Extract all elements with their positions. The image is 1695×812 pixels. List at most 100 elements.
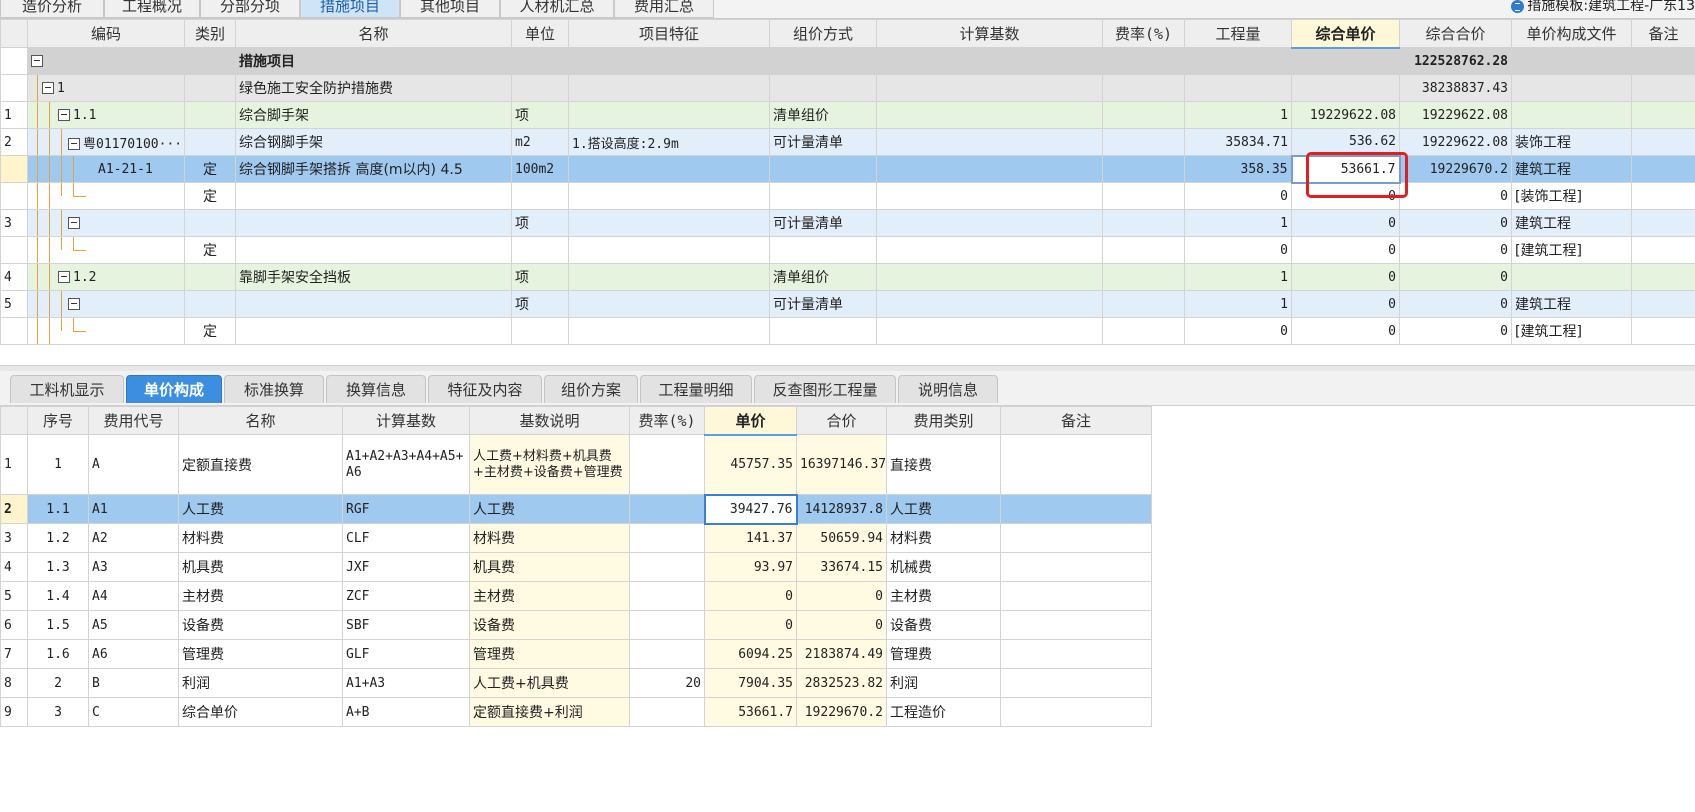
table-row[interactable]: 7 1.6 A6 管理费 GLF 管理费 6094.25 2183874.49 …: [0, 639, 1152, 669]
col-header-code[interactable]: 编码: [27, 19, 185, 48]
cell-base-desc[interactable]: 人工费: [469, 494, 630, 524]
cell-rate[interactable]: [1102, 209, 1185, 237]
cell-name[interactable]: 利润: [178, 668, 343, 698]
cell-fee-category[interactable]: 工程造价: [886, 697, 1001, 727]
cell-base[interactable]: [876, 128, 1103, 156]
cell-price-file[interactable]: [装饰工程]: [1511, 182, 1632, 210]
tab-labor-material-display[interactable]: 工料机显示: [10, 375, 124, 403]
cell-name[interactable]: [235, 290, 512, 318]
cell-fee-code[interactable]: B: [88, 668, 179, 698]
cell-base-desc[interactable]: 定额直接费+利润: [469, 697, 630, 727]
cell-feature[interactable]: [568, 209, 770, 237]
cell-unit-price[interactable]: 141.37: [704, 523, 797, 553]
cell-qty[interactable]: 1: [1184, 290, 1292, 318]
cell-unit[interactable]: [511, 182, 569, 210]
cell-note[interactable]: [1000, 434, 1152, 495]
cell-price-file[interactable]: 建筑工程: [1511, 209, 1632, 237]
col-header-qty[interactable]: 工程量: [1184, 19, 1292, 48]
col-header-feature[interactable]: 项目特征: [568, 19, 770, 48]
collapse-icon[interactable]: [68, 298, 80, 310]
cell-note[interactable]: [1631, 209, 1695, 237]
cell-name[interactable]: 综合单价: [178, 697, 343, 727]
cell-code[interactable]: A1-21-1: [27, 155, 185, 183]
collapse-icon[interactable]: [31, 55, 43, 67]
cell-type[interactable]: 定: [184, 236, 236, 264]
cell-method[interactable]: [769, 47, 877, 75]
cell-price-file[interactable]: [建筑工程]: [1511, 236, 1632, 264]
cell-type[interactable]: 定: [184, 317, 236, 345]
tab-fee-summary[interactable]: 费用汇总: [614, 0, 714, 18]
cell-note[interactable]: [1000, 639, 1152, 669]
cell-type[interactable]: [184, 209, 236, 237]
cell-total[interactable]: 0: [1399, 182, 1512, 210]
tab-sub-items[interactable]: 分部分项: [200, 0, 300, 18]
cell-note[interactable]: [1631, 263, 1695, 291]
cell-rate[interactable]: [1102, 155, 1185, 183]
cell-qty[interactable]: 1: [1184, 101, 1292, 129]
cell-seq[interactable]: 1.2: [27, 523, 89, 553]
cell-code[interactable]: [27, 290, 185, 318]
cell-name[interactable]: 综合钢脚手架: [235, 128, 512, 156]
cell-type[interactable]: [184, 74, 236, 102]
cell-name[interactable]: 定额直接费: [178, 434, 343, 495]
cell-note[interactable]: [1631, 317, 1695, 345]
cell-note[interactable]: [1631, 74, 1695, 102]
cell-code[interactable]: 1.1: [27, 101, 185, 129]
cell-unit-price[interactable]: 45757.35: [704, 434, 797, 495]
cell-name[interactable]: 绿色施工安全防护措施费: [235, 74, 512, 102]
cell-qty[interactable]: [1184, 74, 1292, 102]
cell-fee-code[interactable]: A: [88, 434, 179, 495]
tab-description-info[interactable]: 说明信息: [898, 375, 998, 403]
col-header-fee-category[interactable]: 费用类别: [886, 406, 1001, 435]
cell-base[interactable]: [876, 74, 1103, 102]
cell-note[interactable]: [1000, 668, 1152, 698]
cell-unit-price[interactable]: 0: [1291, 209, 1400, 237]
col-header-unit-price[interactable]: 单价: [704, 406, 797, 436]
cell-note[interactable]: [1631, 47, 1695, 75]
tab-other-items[interactable]: 其他项目: [400, 0, 500, 18]
table-row[interactable]: 5 项 可计量清单 1 0 0 建筑工程: [0, 290, 1695, 318]
cell-code[interactable]: [27, 236, 185, 264]
cell-rate[interactable]: [629, 434, 705, 495]
cell-rate[interactable]: [1102, 182, 1185, 210]
tab-unit-price-composition[interactable]: 单价构成: [126, 375, 222, 403]
cell-rate[interactable]: 20: [629, 668, 705, 698]
cell-unit[interactable]: [511, 74, 569, 102]
cell-qty[interactable]: [1184, 47, 1292, 75]
cell-total[interactable]: 38238837.43: [1399, 74, 1512, 102]
cell-code[interactable]: 1.2: [27, 263, 185, 291]
cell-price-file[interactable]: [1511, 47, 1632, 75]
cell-base[interactable]: [876, 290, 1103, 318]
cell-code[interactable]: 1: [27, 74, 185, 102]
col-header-price-file[interactable]: 单价构成文件: [1511, 19, 1632, 48]
table-row[interactable]: 2 粤01170100··· 综合钢脚手架 m2 1.搭设高度:2.9m 可计量…: [0, 128, 1695, 156]
tab-reverse-graphic-quantity[interactable]: 反查图形工程量: [754, 375, 896, 403]
cell-base[interactable]: ZCF: [342, 581, 470, 611]
table-row[interactable]: 4 1.2 靠脚手架安全挡板 项 清单组价 1 0 0: [0, 263, 1695, 291]
cell-note[interactable]: [1631, 290, 1695, 318]
col-header-total[interactable]: 合价: [796, 406, 887, 435]
table-row[interactable]: 定 0 0 0 [建筑工程]: [0, 317, 1695, 345]
cell-rate[interactable]: [1102, 128, 1185, 156]
cell-total[interactable]: 19229622.08: [1399, 128, 1512, 156]
cell-unit[interactable]: [511, 47, 569, 75]
cell-total[interactable]: 0: [1399, 209, 1512, 237]
cell-unit-price[interactable]: 0: [1291, 290, 1400, 318]
cell-seq[interactable]: 1: [27, 434, 89, 495]
cell-rate[interactable]: [629, 697, 705, 727]
cell-name[interactable]: 措施项目: [235, 47, 512, 75]
cell-rate[interactable]: [1102, 47, 1185, 75]
cell-method[interactable]: [769, 155, 877, 183]
cell-qty[interactable]: 0: [1184, 236, 1292, 264]
cell-unit-price[interactable]: [1291, 47, 1400, 75]
cell-type[interactable]: [184, 128, 236, 156]
collapse-icon[interactable]: [68, 217, 80, 229]
cell-total[interactable]: 33674.15: [796, 552, 887, 582]
tab-cost-analysis[interactable]: 造价分析: [0, 0, 104, 18]
cell-fee-category[interactable]: 设备费: [886, 610, 1001, 640]
cell-qty[interactable]: 35834.71: [1184, 128, 1292, 156]
collapse-icon[interactable]: [42, 82, 54, 94]
cell-fee-category[interactable]: 机械费: [886, 552, 1001, 582]
cell-name[interactable]: 综合钢脚手架搭拆 高度(m以内) 4.5: [235, 155, 512, 183]
cell-note[interactable]: [1631, 101, 1695, 129]
